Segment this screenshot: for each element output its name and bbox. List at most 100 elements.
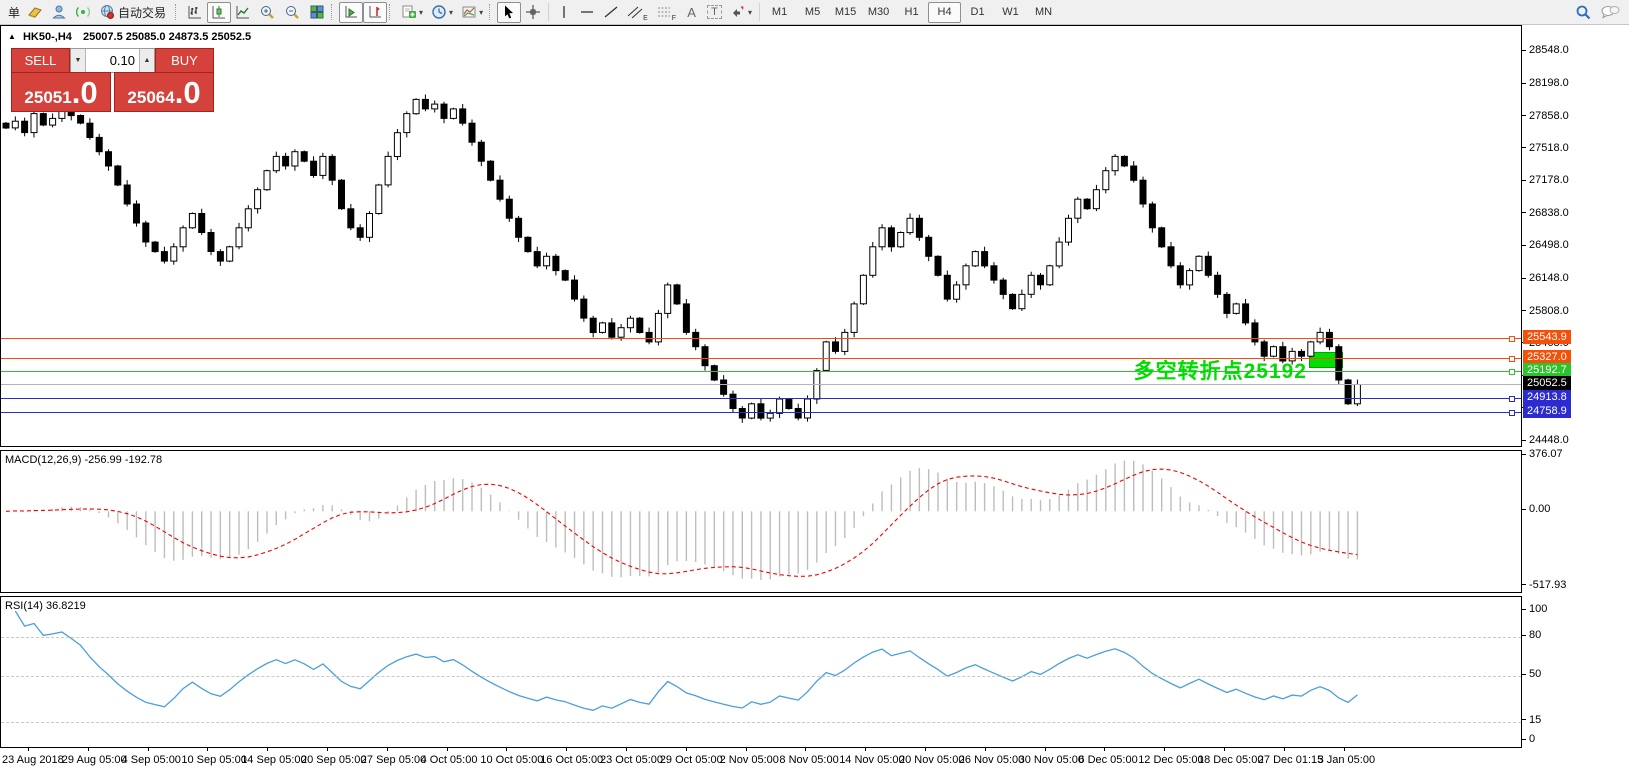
horizontal-level-line[interactable] [1,412,1521,413]
timeframe-button-d1[interactable]: D1 [961,2,994,23]
chart-shift-button[interactable] [363,2,387,23]
line-handle[interactable] [1509,396,1515,402]
timeframe-button-w1[interactable]: W1 [994,2,1027,23]
fibonacci-button[interactable]: F [652,2,680,23]
pivot-annotation[interactable]: 多空转折点25192 [1134,355,1307,385]
auto-scroll-button[interactable] [339,2,363,23]
price-tick: 28548.0 [1522,44,1569,56]
time-axis[interactable]: 23 Aug 201829 Aug 05:004 Sep 05:0010 Sep… [0,748,1522,769]
macd-tick: -517.93 [1522,579,1566,591]
price-axis[interactable]: 28548.028198.027858.027518.027178.026838… [1522,25,1629,748]
volume-decrease-button[interactable]: ▼ [71,49,86,72]
price-badge: 25192.7 [1523,363,1571,377]
sell-price[interactable]: 25051.0 [11,72,111,112]
accounts-icon[interactable] [47,2,71,23]
line-handle[interactable] [1509,369,1515,375]
time-label: 10 Sep 05:00 [181,754,246,766]
channel-icon [627,5,643,19]
horizontal-level-line[interactable] [1,338,1521,339]
timeframe-button-m30[interactable]: M30 [862,2,895,23]
rsi-tick: 15 [1522,714,1541,726]
timeframe-button-m5[interactable]: M5 [796,2,829,23]
horizontal-line-icon [579,4,595,20]
zoom-in-icon [259,4,276,21]
chevron-down-icon: ▾ [748,8,752,17]
line-handle[interactable] [1509,356,1515,362]
timeframe-button-mn[interactable]: MN [1027,2,1060,23]
time-tick [148,748,149,751]
trendline-button[interactable] [599,2,623,23]
text-label-button[interactable]: T [703,2,726,23]
line-handle[interactable] [1509,336,1515,342]
volume-input[interactable] [86,49,139,72]
candlestick-icon [211,4,227,20]
indicators-button[interactable]: ▾ [397,2,427,23]
time-label: 6 Dec 05:00 [1078,754,1137,766]
timeframe-button-m15[interactable]: M15 [829,2,862,23]
time-tick [805,748,806,751]
horizontal-level-line[interactable] [1,398,1521,399]
buy-price[interactable]: 25064.0 [114,72,214,112]
macd-label: MACD(12,26,9) -256.99 -192.78 [5,454,162,466]
macd-tick: 376.07 [1522,448,1563,460]
chevron-down-icon: ▾ [419,8,423,17]
time-label: 3 Jan 05:00 [1318,754,1376,766]
horizontal-line-button[interactable] [575,2,599,23]
equidistant-channel-button[interactable]: E [623,2,652,23]
line-handle[interactable] [1509,410,1515,416]
candlestick-chart-button[interactable] [207,2,231,23]
buy-button[interactable]: BUY [155,48,214,73]
time-tick [985,748,986,751]
time-label: 29 Aug 05:00 [62,754,127,766]
macd-tick: 0.00 [1522,503,1550,515]
zoom-in-button[interactable] [255,2,280,23]
time-tick [1164,748,1165,751]
time-label: 2 Nov 05:00 [720,754,779,766]
time-tick [207,748,208,751]
price-tick: 26838.0 [1522,207,1569,219]
auto-scroll-icon [343,4,359,20]
vertical-line-button[interactable] [552,2,575,23]
clock-icon [431,4,447,20]
search-icon [1575,4,1592,21]
history-center-icon[interactable] [23,2,47,23]
macd-panel[interactable]: MACD(12,26,9) -256.99 -192.78 [0,450,1522,593]
chevron-down-icon: ▾ [449,8,453,17]
timeframe-button-h4[interactable]: H4 [928,2,961,23]
rsi-panel[interactable]: RSI(14) 36.8219 [0,596,1522,748]
crosshair-button[interactable] [521,2,545,23]
time-tick [566,748,567,751]
templates-button[interactable]: ▾ [457,2,487,23]
timeframe-button-h1[interactable]: H1 [895,2,928,23]
time-tick [88,748,89,751]
sell-button[interactable]: SELL [11,48,70,73]
price-badge: 25052.5 [1523,376,1571,390]
signals-icon[interactable] [71,2,95,23]
arrows-button[interactable]: ▾ [726,2,756,23]
new-order-label[interactable]: 单 [8,4,20,21]
search-button[interactable] [1571,2,1596,23]
periods-button[interactable]: ▾ [427,2,457,23]
timeframe-button-m1[interactable]: M1 [763,2,796,23]
bar-chart-button[interactable] [183,2,207,23]
text-button[interactable]: A [680,2,703,23]
cursor-button[interactable] [497,2,521,23]
time-tick [387,748,388,751]
ohlc-values: 25007.5 25085.0 24873.5 25052.5 [83,31,251,43]
zoom-out-button[interactable] [280,2,305,23]
main-chart[interactable]: ▲ HK50-,H4 25007.5 25085.0 24873.5 25052… [0,25,1522,447]
volume-increase-button[interactable]: ▲ [139,49,154,72]
time-label: 4 Oct 05:00 [421,754,478,766]
line-chart-button[interactable] [231,2,255,23]
toolbar-separator [759,3,760,21]
time-tick [447,748,448,751]
autotrade-button[interactable]: 自动交易 [95,2,173,23]
add-indicator-icon [401,4,417,20]
crosshair-icon [525,4,541,20]
price-tick: 26498.0 [1522,239,1569,251]
bar-chart-icon [187,4,203,20]
tile-windows-button[interactable] [305,2,329,23]
collapse-triangle-icon[interactable]: ▲ [8,32,16,41]
chat-button[interactable] [1596,2,1624,23]
time-label: 20 Sep 05:00 [301,754,366,766]
